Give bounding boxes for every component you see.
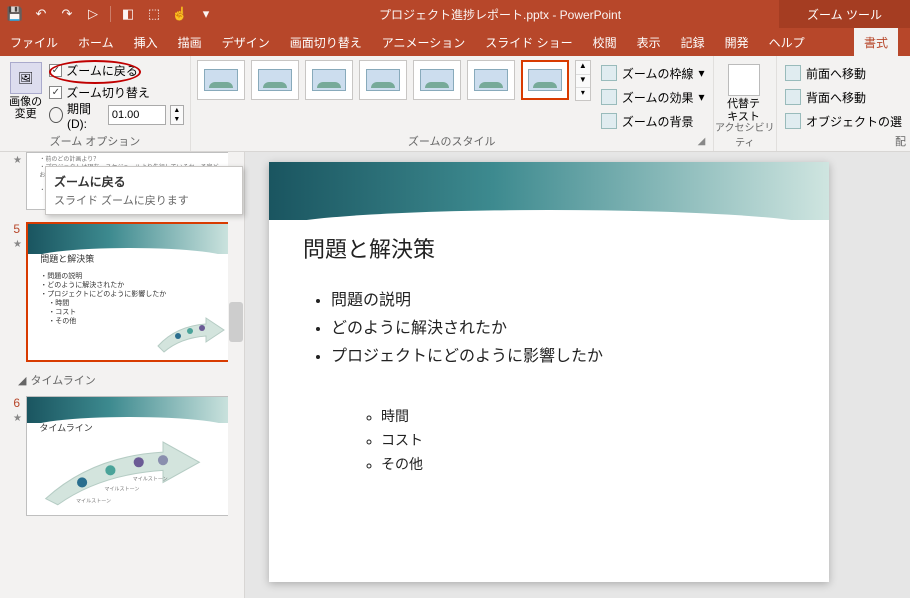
svg-text:マイルストーン: マイルストーン bbox=[104, 487, 139, 493]
window-title: プロジェクト進捗レポート.pptx - PowerPoint bbox=[221, 6, 779, 23]
gallery-more-icon[interactable]: ▾ bbox=[576, 87, 590, 100]
undo-icon[interactable]: ↶ bbox=[30, 3, 52, 25]
send-backward-button[interactable]: 背面へ移動 bbox=[783, 86, 904, 108]
chevron-down-icon: ▾ bbox=[699, 66, 705, 80]
return-to-zoom-checkbox[interactable]: ✓ ズームに戻る bbox=[49, 60, 184, 80]
group-zoom-options-label: ズーム オプション bbox=[0, 133, 190, 149]
redo-icon[interactable]: ↷ bbox=[56, 3, 78, 25]
zoom-style-2[interactable] bbox=[251, 60, 299, 100]
start-from-beginning-icon[interactable]: ▷ bbox=[82, 3, 104, 25]
change-image-button[interactable]: 🖼 画像の 変更 bbox=[6, 60, 45, 126]
tab-slideshow[interactable]: スライド ショー bbox=[475, 28, 582, 56]
quick-access-toolbar: 💾 ↶ ↷ ▷ ◧ ⬚ ☝ ▾ bbox=[0, 3, 221, 25]
selection-pane-icon bbox=[785, 113, 801, 129]
contextual-tab-label: ズーム ツール bbox=[779, 0, 910, 28]
zoom-background-button[interactable]: ズームの背景 bbox=[599, 110, 707, 132]
slide-body: 問題の説明 どのように解決されたか プロジェクトにどのように影響したか 時間 コ… bbox=[313, 282, 603, 370]
zoom-effects-button[interactable]: ズームの効果▾ bbox=[599, 86, 707, 108]
ribbon-tabs: ファイル ホーム 挿入 描画 デザイン 画面切り替え アニメーション スライド … bbox=[0, 28, 910, 56]
slide-title: 問題と解決策 bbox=[303, 232, 435, 264]
tooltip-title: ズームに戻る bbox=[54, 173, 234, 190]
qat-icon-1[interactable]: ◧ bbox=[117, 3, 139, 25]
qat-icon-2[interactable]: ⬚ bbox=[143, 3, 165, 25]
tooltip-description: スライド ズームに戻ります bbox=[54, 192, 234, 208]
tab-file[interactable]: ファイル bbox=[0, 28, 68, 56]
mini-arrow-graphic bbox=[156, 316, 226, 356]
checkbox-checked-icon: ✓ bbox=[49, 64, 62, 77]
zoom-style-4[interactable] bbox=[359, 60, 407, 100]
zoom-styles-gallery[interactable]: ▲ ▼ ▾ bbox=[197, 60, 591, 101]
bring-forward-button[interactable]: 前面へ移動 bbox=[783, 62, 904, 84]
tab-home[interactable]: ホーム bbox=[68, 28, 124, 56]
zoom-style-3[interactable] bbox=[305, 60, 353, 100]
background-icon bbox=[601, 113, 617, 129]
timeline-arrow-graphic: マイルストーン マイルストーン マイルストーン bbox=[35, 440, 210, 511]
alt-text-icon bbox=[728, 64, 760, 96]
tab-review[interactable]: 校閲 bbox=[583, 28, 627, 56]
zoom-style-6[interactable] bbox=[467, 60, 515, 100]
send-backward-icon bbox=[785, 89, 801, 105]
section-header[interactable]: ◢ タイムライン bbox=[0, 368, 244, 390]
border-icon bbox=[601, 65, 617, 81]
gallery-down-icon[interactable]: ▼ bbox=[576, 74, 590, 87]
tab-design[interactable]: デザイン bbox=[212, 28, 280, 56]
gallery-up-icon[interactable]: ▲ bbox=[576, 61, 590, 74]
tab-format[interactable]: 書式 bbox=[854, 28, 898, 56]
zoom-style-7[interactable] bbox=[521, 60, 569, 100]
effects-icon bbox=[601, 89, 617, 105]
tab-insert[interactable]: 挿入 bbox=[124, 28, 168, 56]
svg-text:マイルストーン: マイルストーン bbox=[76, 499, 111, 505]
bring-forward-icon bbox=[785, 65, 801, 81]
slide-number-5: 5★ bbox=[4, 222, 20, 362]
group-zoom-styles-label: ズームのスタイル bbox=[191, 133, 713, 149]
zoom-style-1[interactable] bbox=[197, 60, 245, 100]
zoom-border-button[interactable]: ズームの枠線▾ bbox=[599, 62, 707, 84]
section-collapse-icon: ◢ bbox=[18, 374, 26, 387]
duration-label: 期間(D): bbox=[67, 100, 104, 131]
slide-thumbnail-6[interactable]: タイムライン マイルストーン マイルストーン マイルストーン bbox=[26, 396, 234, 516]
tab-view[interactable]: 表示 bbox=[627, 28, 671, 56]
duration-input[interactable] bbox=[108, 105, 166, 125]
tab-developer[interactable]: 開発 bbox=[715, 28, 759, 56]
clock-icon bbox=[49, 107, 63, 123]
svg-text:マイルストーン: マイルストーン bbox=[133, 477, 168, 483]
dialog-launcher-icon[interactable]: ◢ bbox=[698, 136, 710, 148]
group-accessibility-label: アクセシビリティ bbox=[714, 119, 776, 149]
zoom-style-5[interactable] bbox=[413, 60, 461, 100]
slide-thumb-partial-num: ★ bbox=[4, 152, 20, 210]
duration-spinner[interactable]: ▲▼ bbox=[170, 105, 184, 125]
thumbnails-scrollbar[interactable] bbox=[228, 152, 244, 598]
change-image-icon: 🖼 bbox=[10, 62, 42, 94]
checkbox-checked-icon: ✓ bbox=[49, 86, 62, 99]
touch-mode-icon[interactable]: ☝ bbox=[169, 3, 191, 25]
slide-canvas[interactable]: 問題と解決策 問題の説明 どのように解決されたか プロジェクトにどのように影響し… bbox=[245, 152, 910, 598]
slide-5: 問題と解決策 問題の説明 どのように解決されたか プロジェクトにどのように影響し… bbox=[269, 162, 829, 582]
tab-help[interactable]: ヘルプ bbox=[759, 28, 815, 56]
tab-animations[interactable]: アニメーション bbox=[372, 28, 476, 56]
alt-text-button[interactable]: 代替テ キスト bbox=[720, 60, 768, 124]
group-arrange-label: 配 bbox=[777, 133, 910, 149]
slide-thumbnails-pane: ★ ・前のどの計画より？ ・プロジェクトは現在、スケジュールより先行しているか、… bbox=[0, 152, 245, 598]
slide-wave-graphic bbox=[269, 162, 829, 220]
slide-thumbnail-5[interactable]: 問題と解決策 ・問題の説明 ・どのように解決されたか ・プロジェクトにどのように… bbox=[26, 222, 234, 362]
slide-number-6: 6★ bbox=[4, 396, 20, 516]
chevron-down-icon: ▾ bbox=[699, 90, 705, 104]
tooltip: ズームに戻る スライド ズームに戻ります bbox=[45, 166, 243, 215]
ribbon: 🖼 画像の 変更 ✓ ズームに戻る ✓ ズーム切り替え 期間(D): bbox=[0, 56, 910, 152]
selection-pane-button[interactable]: オブジェクトの選 bbox=[783, 110, 904, 132]
qat-customize-icon[interactable]: ▾ bbox=[195, 3, 217, 25]
save-icon[interactable]: 💾 bbox=[4, 3, 26, 25]
tab-draw[interactable]: 描画 bbox=[168, 28, 212, 56]
tab-transitions[interactable]: 画面切り替え bbox=[280, 28, 372, 56]
tab-recording[interactable]: 記録 bbox=[671, 28, 715, 56]
section-name: タイムライン bbox=[30, 372, 95, 388]
